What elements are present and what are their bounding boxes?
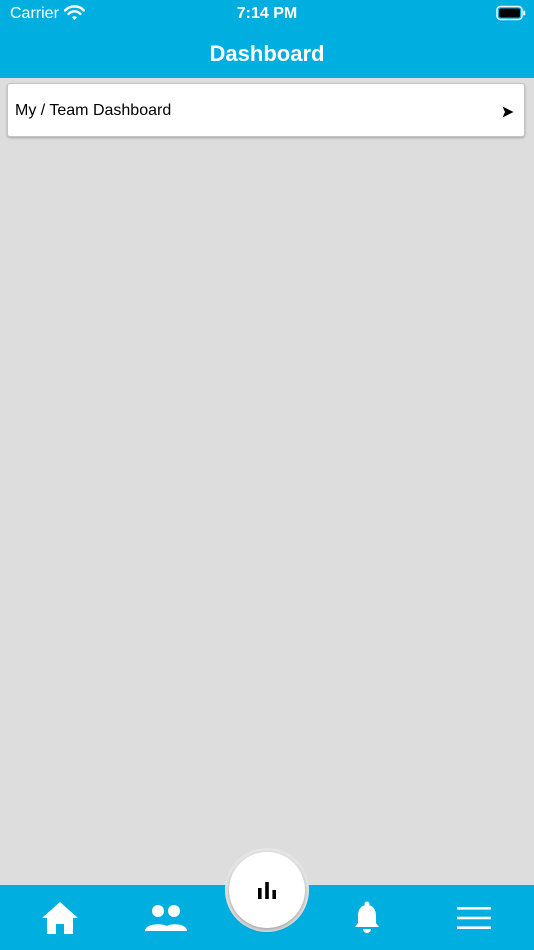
nav-team-button[interactable] [126,885,206,950]
app-header: Carrier 7:14 PM Dashboard [0,0,534,78]
nav-menu-button[interactable] [434,885,514,950]
my-team-dashboard-item[interactable]: My / Team Dashboard [7,83,525,137]
page-title: Dashboard [209,41,325,66]
people-icon [145,904,187,931]
home-icon [42,901,78,934]
battery-icon [496,5,526,21]
menu-icon [457,906,491,929]
nav-dashboard-button[interactable] [229,852,305,928]
arrow-right-icon [502,105,514,118]
bar-chart-icon [258,882,276,899]
nav-notifications-button[interactable] [327,885,407,950]
dashboard-fab-ring [225,848,309,932]
nav-home-button[interactable] [20,885,100,950]
dashboard-item-label: My / Team Dashboard [15,102,172,119]
status-bar: Carrier 7:14 PM [0,0,534,28]
bell-icon [355,901,379,933]
status-time: 7:14 PM [236,5,298,22]
